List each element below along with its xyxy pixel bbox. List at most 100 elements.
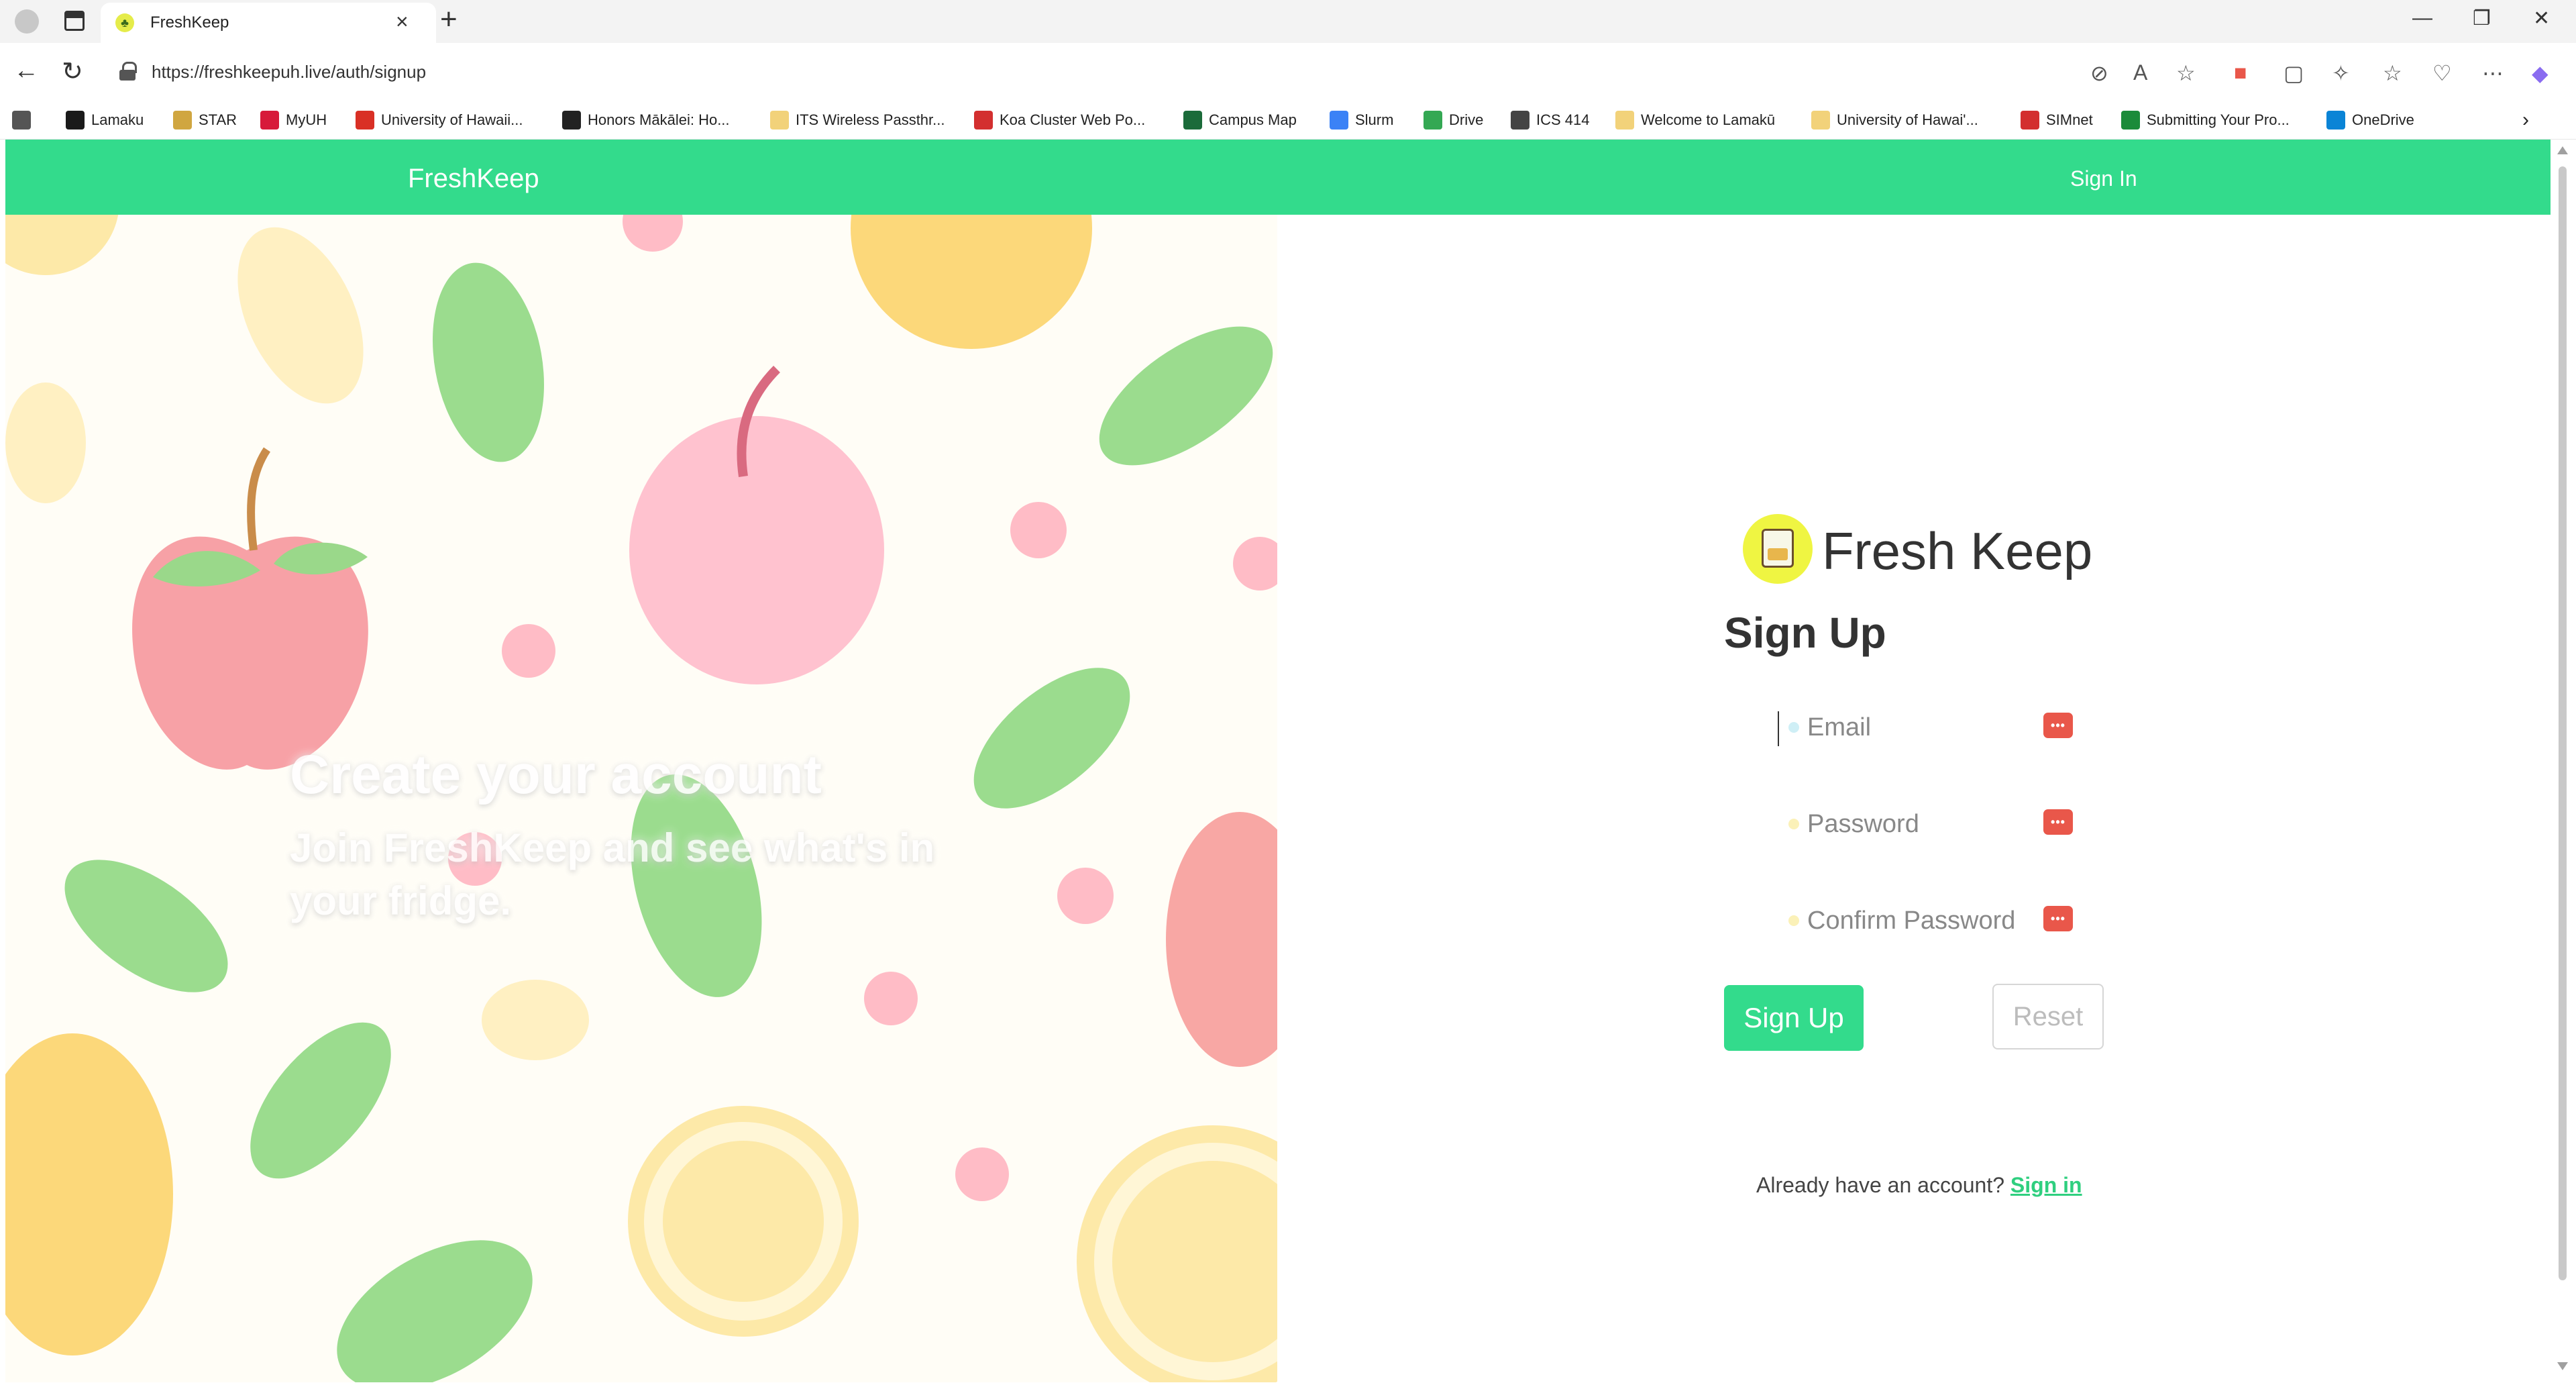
scroll-down-arrow-icon[interactable]	[2557, 1362, 2568, 1370]
password-field[interactable]: •••	[1747, 796, 2123, 852]
email-input[interactable]	[1807, 699, 2042, 756]
uh-folder-icon	[1811, 111, 1830, 130]
read-aloud-icon[interactable]: A	[2133, 60, 2147, 85]
sign-up-button[interactable]: Sign Up	[1724, 985, 1864, 1051]
sign-in-link[interactable]: Sign in	[2010, 1173, 2082, 1197]
simnet-icon	[2021, 111, 2039, 130]
extensions-puzzle-icon[interactable]: ✧	[2332, 60, 2350, 86]
bookmark-item[interactable]: Slurm	[1330, 109, 1393, 132]
browser-essentials-icon[interactable]: ♡	[2432, 60, 2452, 86]
leaf-icon	[1099, 326, 1273, 466]
bookmark-item[interactable]: STAR	[173, 109, 237, 132]
bookmark-label: Welcome to Lamakū	[1641, 111, 1776, 128]
workspaces-icon[interactable]	[64, 11, 85, 31]
settings-more-icon[interactable]: ⋯	[2482, 60, 2504, 86]
back-arrow-icon[interactable]: ←	[13, 56, 39, 85]
leaf-icon	[5, 382, 86, 503]
lock-icon[interactable]	[119, 62, 137, 81]
hero-illustration-panel: Create your account Join FreshKeep and s…	[5, 215, 1277, 1382]
bookmark-item[interactable]: University of Hawaii...	[356, 109, 523, 132]
bookmark-item[interactable]: Campus Map	[1183, 109, 1297, 132]
password-manager-icon[interactable]: •••	[2043, 713, 2073, 738]
d2l-icon	[66, 111, 85, 130]
bookmark-label: Campus Map	[1209, 111, 1297, 128]
url-text[interactable]: https://freshkeepuh.live/auth/signup	[152, 62, 426, 83]
bookmark-label: Submitting Your Pro...	[2147, 111, 2290, 128]
split-screen-icon[interactable]: ▢	[2284, 60, 2304, 86]
bookmark-item[interactable]: Koa Cluster Web Po...	[974, 109, 1145, 132]
signup-panel: Fresh Keep Sign Up ••• ••• ••• Sign Up R…	[1717, 497, 2187, 1208]
toggle-icon	[12, 111, 31, 130]
favorite-star-icon[interactable]: ☆	[2176, 60, 2196, 86]
bookmark-label: Honors Mākālei: Ho...	[588, 111, 730, 128]
email-field[interactable]: •••	[1747, 699, 2123, 756]
berry-icon	[502, 624, 555, 678]
leaf-icon	[433, 262, 544, 462]
lemon-slice-icon	[5, 215, 119, 275]
page-scrollbar[interactable]	[2553, 140, 2573, 1385]
browser-tab-active[interactable]: ♣ FreshKeep ×	[101, 3, 436, 43]
bookmark-item[interactable]: University of Hawai'...	[1811, 109, 1978, 132]
berry-icon	[1233, 537, 1277, 591]
bookmark-item[interactable]: Submitting Your Pro...	[2121, 109, 2290, 132]
bookmark-label: Lamaku	[91, 111, 144, 128]
brand-name: Fresh Keep	[1822, 521, 2093, 580]
confirm-password-field[interactable]: •••	[1747, 892, 2123, 949]
onedrive-icon	[2326, 111, 2345, 130]
extension-icon[interactable]: ■	[2234, 60, 2247, 85]
navbar-sign-in-link[interactable]: Sign In	[2070, 166, 2137, 191]
profile-avatar-icon[interactable]	[15, 9, 39, 34]
password-manager-icon[interactable]: •••	[2043, 809, 2073, 835]
browser-tab-bar: ♣ FreshKeep × + — ❐ ✕	[0, 0, 2576, 43]
scrollbar-thumb[interactable]	[2559, 166, 2567, 1280]
freshkeep-logo-icon	[1743, 514, 1813, 584]
signin-prompt: Already have an account? Sign in	[1756, 1173, 2082, 1198]
favorites-icon[interactable]: ☆	[2383, 60, 2402, 86]
koa-icon	[974, 111, 993, 130]
leaf-icon	[64, 860, 228, 992]
tab-close-icon[interactable]: ×	[396, 9, 409, 34]
berry-icon	[1010, 502, 1067, 558]
bookmark-item[interactable]: Welcome to Lamakū	[1615, 109, 1775, 132]
submit-icon	[2121, 111, 2140, 130]
password-manager-icon[interactable]: •••	[2043, 906, 2073, 931]
bookmark-item[interactable]	[12, 109, 38, 132]
bookmark-item[interactable]: MyUH	[260, 109, 327, 132]
myuh-icon	[260, 111, 279, 130]
bookmark-item[interactable]: ITS Wireless Passthr...	[770, 109, 945, 132]
berry-icon	[1057, 868, 1114, 924]
password-input[interactable]	[1807, 796, 2042, 852]
bookmark-item[interactable]: SIMnet	[2021, 109, 2093, 132]
close-window-button[interactable]: ✕	[2533, 7, 2550, 30]
uh-folder-icon	[1615, 111, 1634, 130]
hero-text-block: Create your account Join FreshKeep and s…	[290, 744, 1028, 928]
leaf-icon	[250, 1022, 391, 1179]
apple-icon	[1166, 812, 1277, 1067]
confirm-password-input[interactable]	[1807, 892, 2042, 949]
star-icon	[173, 111, 192, 130]
bookmark-item[interactable]: Honors Mākālei: Ho...	[562, 109, 730, 132]
signin-prompt-text: Already have an account?	[1756, 1173, 2005, 1197]
bookmark-label: University of Hawai'...	[1837, 111, 1978, 128]
more-bookmarks-chevron-icon[interactable]: ›	[2522, 109, 2529, 132]
bookmark-item[interactable]: Drive	[1424, 109, 1483, 132]
leaf-icon	[337, 1240, 533, 1382]
new-tab-button[interactable]: +	[440, 3, 458, 36]
refresh-icon[interactable]: ↻	[62, 56, 83, 87]
minimize-window-button[interactable]: —	[2412, 7, 2432, 30]
bookmarks-bar: Lamaku STAR MyUH University of Hawaii...…	[0, 101, 2576, 140]
bookmark-label: University of Hawaii...	[381, 111, 523, 128]
reset-button[interactable]: Reset	[1992, 984, 2104, 1049]
bookmark-item[interactable]: OneDrive	[2326, 109, 2414, 132]
url-field[interactable]: https://freshkeepuh.live/auth/signup	[107, 52, 2053, 91]
bookmark-label: ICS 414	[1536, 111, 1590, 128]
copilot-icon[interactable]: ◆	[2532, 60, 2548, 86]
freshkeep-favicon-icon: ♣	[115, 13, 134, 32]
navbar-brand-link[interactable]: FreshKeep	[408, 164, 539, 194]
tracking-prevention-icon[interactable]: ⊘	[2090, 60, 2108, 86]
restore-window-button[interactable]: ❐	[2473, 7, 2491, 30]
folder-uh-icon	[770, 111, 789, 130]
bookmark-item[interactable]: Lamaku	[66, 109, 144, 132]
bookmark-item[interactable]: ICS 414	[1511, 109, 1590, 132]
scroll-up-arrow-icon[interactable]	[2557, 146, 2568, 154]
